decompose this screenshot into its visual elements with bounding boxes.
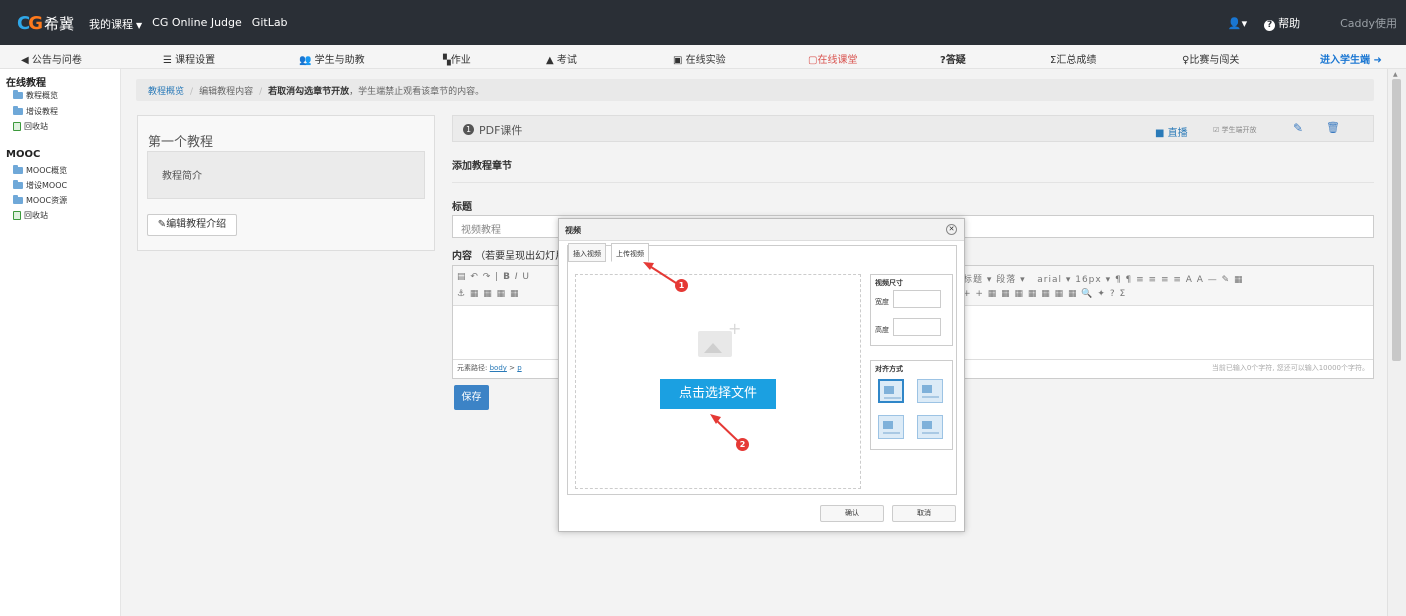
annotation-arrow-1 [647,264,677,284]
step-badge-2: 2 [736,438,749,451]
step-badge-1: 1 [675,279,688,292]
annotation-arrow-2 [714,418,739,442]
annotation-arrows [643,262,739,442]
